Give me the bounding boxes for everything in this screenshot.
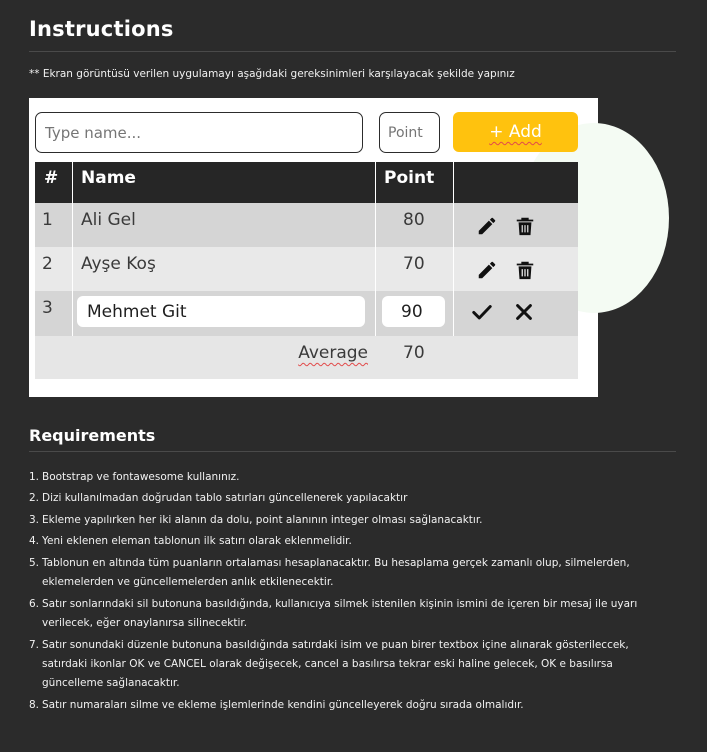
times-icon[interactable] <box>513 301 535 323</box>
row-name-cell <box>73 291 376 336</box>
table-header-row: # Name Point <box>35 162 578 203</box>
average-value: 70 <box>403 343 425 363</box>
average-label: Average <box>298 343 368 363</box>
requirement-number: 5. <box>29 557 40 569</box>
add-button-label: + Add <box>489 122 542 142</box>
app-panel: + Add # Name Point 1 Ali Gel 80 2 Ayşe K… <box>29 98 669 397</box>
average-row: Average 70 <box>35 336 578 379</box>
pencil-icon[interactable] <box>476 259 498 281</box>
requirement-item: 6. Satır sonlarındaki sil butonuna basıld… <box>29 595 669 633</box>
requirement-number: 2. <box>29 492 40 504</box>
requirement-text: Tablonun en altında tüm puanların ortala… <box>42 557 630 588</box>
requirement-text: Yeni eklenen eleman tablonun ilk satırı … <box>42 535 352 547</box>
requirement-item: 1. Bootstrap ve fontawesome kullanınız. <box>29 468 669 487</box>
header-number-label: # <box>44 168 59 188</box>
requirements-divider <box>29 451 676 452</box>
trash-icon[interactable] <box>514 259 536 281</box>
pencil-icon[interactable] <box>476 215 498 237</box>
average-value-cell: 70 <box>376 336 454 379</box>
requirement-item: 8. Satır numaraları silme ve ekleme işlem… <box>29 696 669 715</box>
name-input[interactable] <box>35 112 363 153</box>
row-point-cell: 80 <box>376 203 454 247</box>
row-number-cell: 1 <box>35 203 73 247</box>
average-empty-cell <box>454 336 578 379</box>
requirement-number: 3. <box>29 514 40 526</box>
intro-text: ** Ekran görüntüsü verilen uygulamayı aş… <box>29 68 515 80</box>
requirement-text: Bootstrap ve fontawesome kullanınız. <box>42 471 240 483</box>
header-actions <box>454 162 578 203</box>
average-label-cell: Average <box>35 336 376 379</box>
add-button[interactable]: + Add <box>453 112 578 152</box>
row-number-cell: 3 <box>35 291 73 336</box>
requirement-text: Satır sonlarındaki sil butonuna basıldığ… <box>42 598 638 629</box>
row-number: 2 <box>42 254 53 274</box>
header-name: Name <box>73 162 376 203</box>
requirement-number: 7. <box>29 639 40 651</box>
requirement-item: 7. Satır sonundaki düzenle butonuna basıl… <box>29 636 669 693</box>
trash-icon[interactable] <box>514 215 536 237</box>
requirement-item: 5. Tablonun en altında tüm puanların orta… <box>29 554 669 592</box>
check-icon[interactable] <box>471 301 493 323</box>
row-point-cell: 70 <box>376 247 454 291</box>
row-point: 80 <box>403 210 425 230</box>
header-name-label: Name <box>81 168 136 188</box>
requirement-text: Satır numaraları silme ve ekleme işlemle… <box>42 699 524 711</box>
page-title: Instructions <box>29 17 174 41</box>
row-number: 3 <box>42 298 53 318</box>
edit-name-input[interactable] <box>77 296 365 327</box>
header-number: # <box>35 162 73 203</box>
requirement-item: 3. Ekleme yapılırken her iki alanın da do… <box>29 511 669 530</box>
requirement-item: 4. Yeni eklenen eleman tablonun ilk satır… <box>29 532 669 551</box>
edit-point-input[interactable] <box>382 296 445 327</box>
requirement-number: 4. <box>29 535 40 547</box>
row-actions-cell <box>454 247 578 291</box>
requirement-text: Ekleme yapılırken her iki alanın da dolu… <box>42 514 483 526</box>
header-point-label: Point <box>384 168 435 188</box>
requirement-text: Satır sonundaki düzenle butonuna basıldı… <box>42 639 629 689</box>
row-point-cell <box>376 291 454 336</box>
table-row: 1 Ali Gel 80 <box>35 203 578 247</box>
table-row: 2 Ayşe Koş 70 <box>35 247 578 291</box>
requirement-item: 2. Dizi kullanılmadan doğrudan tablo satı… <box>29 489 669 508</box>
requirement-number: 6. <box>29 598 40 610</box>
point-input[interactable] <box>379 112 440 153</box>
row-name: Ayşe Koş <box>81 254 156 274</box>
requirements-title: Requirements <box>29 426 156 445</box>
row-name: Ali Gel <box>81 210 136 230</box>
row-number: 1 <box>42 210 53 230</box>
requirement-text: Dizi kullanılmadan doğrudan tablo satırl… <box>42 492 408 504</box>
row-number-cell: 2 <box>35 247 73 291</box>
header-point: Point <box>376 162 454 203</box>
row-actions-cell <box>454 291 578 336</box>
requirement-number: 1. <box>29 471 40 483</box>
requirement-number: 8. <box>29 699 40 711</box>
row-name-cell: Ali Gel <box>73 203 376 247</box>
row-name-cell: Ayşe Koş <box>73 247 376 291</box>
row-actions-cell <box>454 203 578 247</box>
row-point: 70 <box>403 254 425 274</box>
table-row-editing: 3 <box>35 291 578 336</box>
title-divider <box>29 51 676 52</box>
